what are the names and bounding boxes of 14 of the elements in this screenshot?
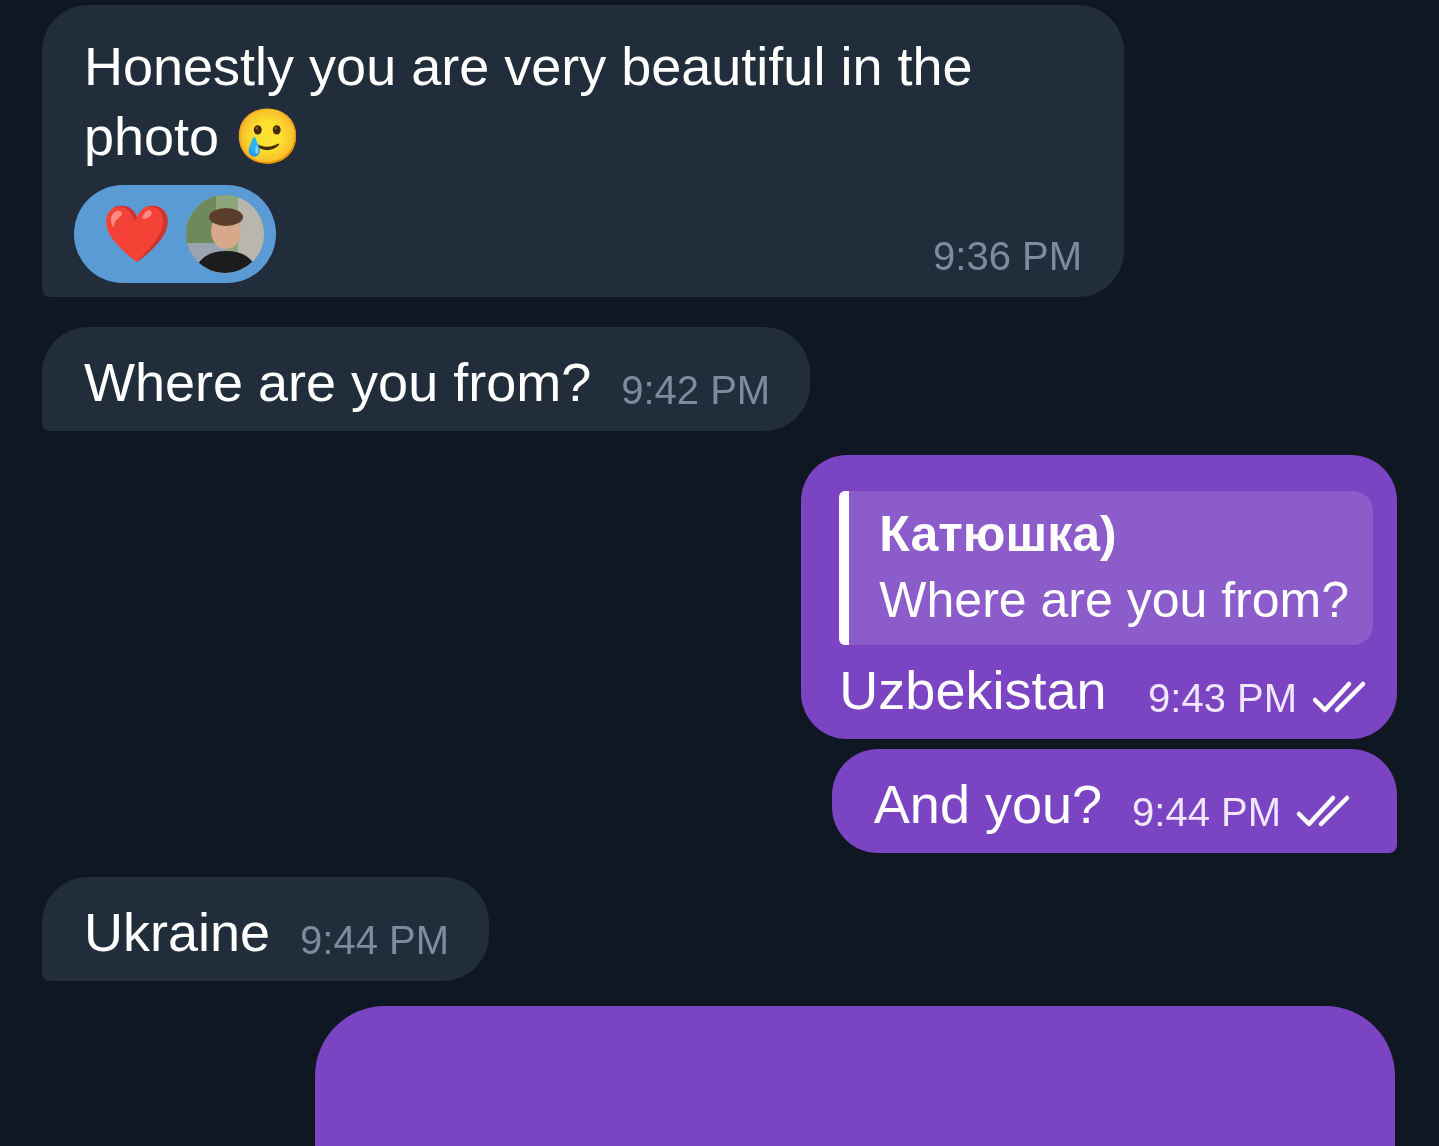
message-time: 9:44 PM — [300, 917, 450, 964]
reply-quote[interactable]: Катюшка) Where are you from? — [839, 491, 1373, 645]
message-text: Uzbekistan — [839, 659, 1107, 722]
message-text: Honestly you are very beautiful in the photo 🥲 — [84, 35, 974, 168]
message-time: 9:36 PM — [933, 233, 1082, 280]
message-text: Ukraine — [84, 901, 271, 964]
message-time: 9:43 PM — [1148, 675, 1297, 722]
heart-emoji: ❤ — [102, 204, 172, 264]
reply-author: Катюшка) — [879, 505, 1118, 564]
message-time: 9:44 PM — [1132, 789, 1281, 836]
message-text: And you? — [873, 773, 1103, 836]
reply-text: Where are you from? — [879, 571, 1349, 630]
message-time: 9:42 PM — [621, 367, 771, 414]
message-text: Where are you from? — [84, 351, 592, 414]
